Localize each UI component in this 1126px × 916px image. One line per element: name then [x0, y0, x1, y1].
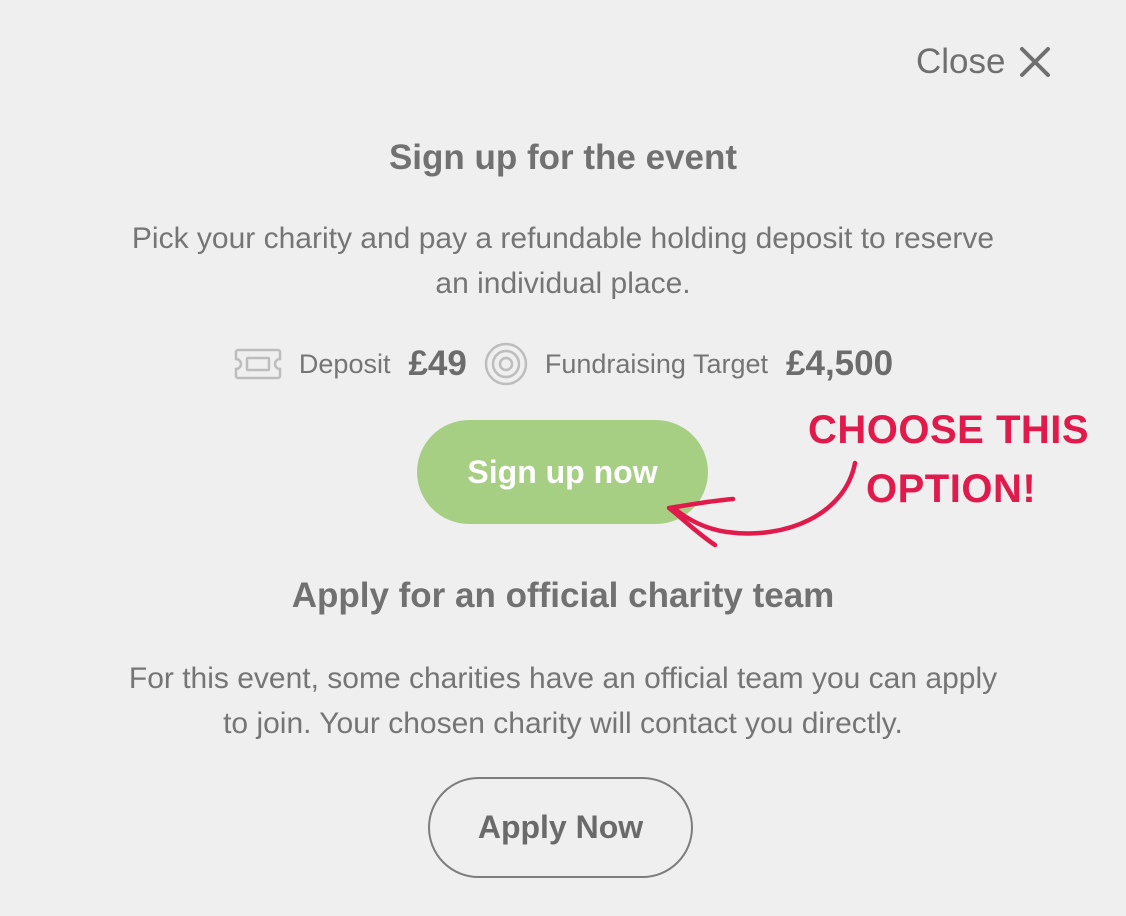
close-button[interactable]: Close	[916, 38, 1051, 86]
target-icon	[483, 341, 529, 387]
target-value: £4,500	[786, 344, 894, 383]
event-signup-description: Pick your charity and pay a refundable h…	[0, 216, 1126, 306]
charity-team-description: For this event, some charities have an o…	[0, 656, 1126, 746]
description-line: For this event, some charities have an o…	[128, 662, 998, 695]
annotation-text: OPTION!	[866, 467, 1037, 511]
close-icon	[1019, 46, 1051, 78]
description-line: an individual place.	[435, 267, 691, 300]
deposit-label: Deposit	[298, 348, 391, 379]
signup-modal: Close Sign up for the event Pick your ch…	[0, 0, 1126, 916]
event-stats: Deposit £49 Fundraising Target £4,500	[0, 340, 1126, 388]
description-line: to join. Your chosen charity will contac…	[223, 707, 903, 740]
ticket-icon	[233, 347, 283, 381]
arrow-icon	[666, 460, 858, 548]
charity-team-title: Apply for an official charity team	[291, 576, 835, 615]
target-label: Fundraising Target	[544, 348, 769, 379]
event-signup-title: Sign up for the event	[388, 138, 738, 177]
annotation-text: CHOOSE THIS	[808, 408, 1090, 452]
deposit-value: £49	[408, 344, 467, 383]
close-label: Close	[916, 42, 1006, 81]
description-line: Pick your charity and pay a refundable h…	[131, 222, 995, 255]
apply-now-button[interactable]: Apply Now	[428, 777, 693, 878]
